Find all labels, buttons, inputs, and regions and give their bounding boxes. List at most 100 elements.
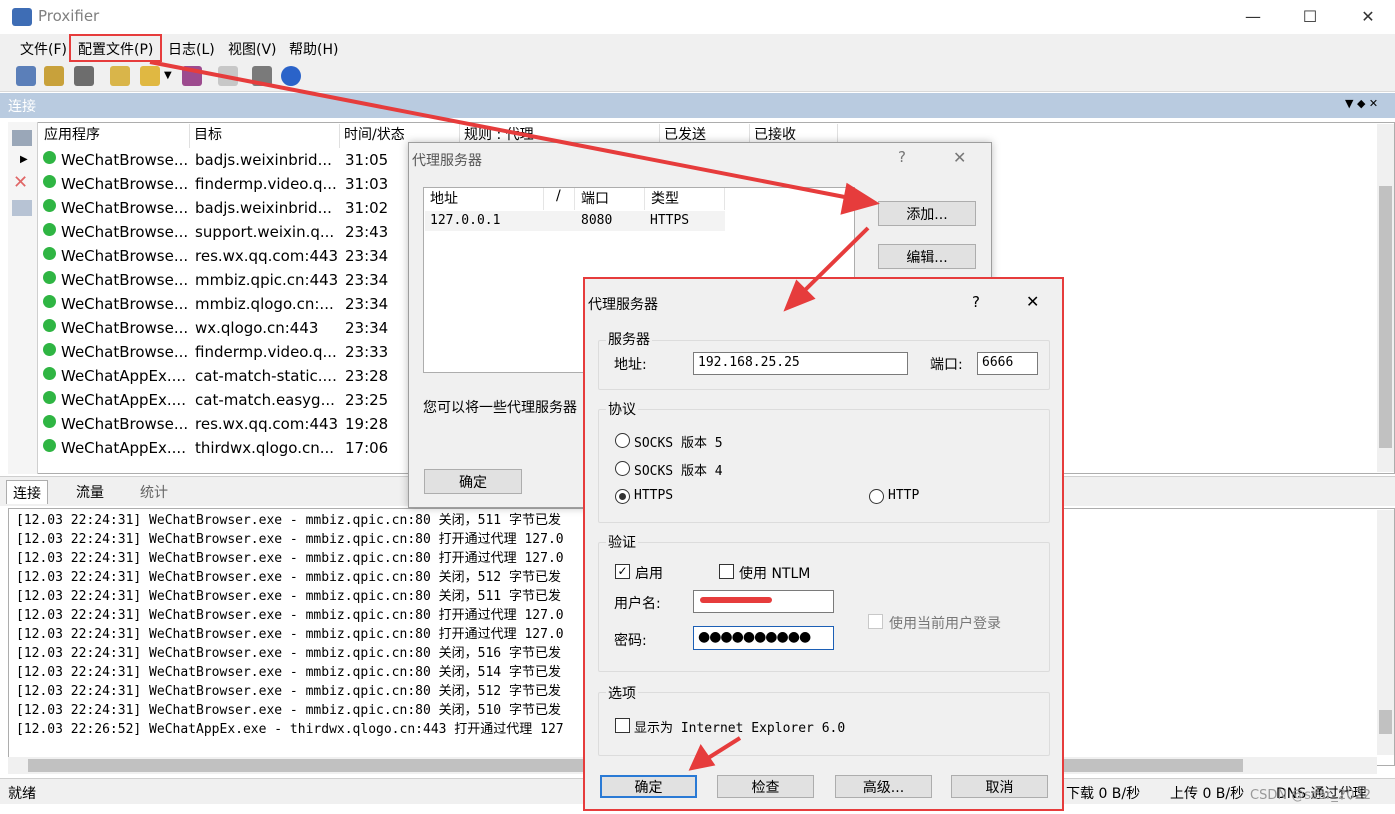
menu-view[interactable]: 视图(V) <box>228 39 277 59</box>
row-app: WeChatBrowse... <box>61 199 189 217</box>
http-radio[interactable] <box>869 489 884 504</box>
maximize-button[interactable]: ☐ <box>1287 0 1333 32</box>
app-icon <box>43 439 56 452</box>
help-icon[interactable] <box>281 66 301 86</box>
menu-file[interactable]: 文件(F) <box>20 39 67 59</box>
pane-menu-icon[interactable]: ▼ ◆ ✕ <box>1345 97 1378 110</box>
tab-connections[interactable]: 连接 <box>6 480 48 504</box>
save-profile-icon[interactable] <box>182 66 202 86</box>
ntlm-checkbox[interactable] <box>719 564 734 579</box>
status-upload: 上传 0 B/秒 <box>1170 786 1245 802</box>
socks5-radio[interactable] <box>615 433 630 448</box>
delete-icon[interactable]: ✕ <box>13 172 28 193</box>
status-download: 下载 0 B/秒 <box>1066 786 1141 802</box>
menu-log[interactable]: 日志(L) <box>168 39 215 59</box>
window-title: Proxifier <box>38 7 100 25</box>
app-icon <box>43 199 56 212</box>
column-header-app[interactable]: 应用程序 <box>40 124 190 148</box>
close-button[interactable]: ✕ <box>1345 0 1391 32</box>
scroll-thumb[interactable] <box>1379 186 1392 448</box>
dialog2-close-button[interactable]: ✕ <box>1026 292 1039 311</box>
dialog1-ok-button[interactable]: 确定 <box>424 469 522 494</box>
log-scrollbar[interactable] <box>1377 510 1394 755</box>
edit-proxy-button[interactable]: 编辑... <box>878 244 976 269</box>
rules-icon[interactable] <box>44 66 64 86</box>
log-line: [12.03 22:24:31] WeChatBrowser.exe - mmb… <box>16 551 564 566</box>
dialog2-ok-button[interactable]: 确定 <box>600 775 697 798</box>
row-time: 23:25 <box>345 391 389 409</box>
print-icon[interactable] <box>252 66 272 86</box>
connection-icon[interactable] <box>16 66 36 86</box>
password-label: 密码: <box>614 633 647 649</box>
socks5-label: SOCKS 版本 5 <box>634 436 723 451</box>
status-ready: 就绪 <box>8 786 36 802</box>
new-profile-icon[interactable] <box>110 66 130 86</box>
cancel-button[interactable]: 取消 <box>951 775 1048 798</box>
tab-statistics[interactable]: 统计 <box>134 480 174 504</box>
address-input[interactable]: 192.168.25.25 <box>693 352 908 375</box>
check-button[interactable]: 检查 <box>717 775 814 798</box>
advanced-button[interactable]: 高级... <box>835 775 932 798</box>
http-label: HTTP <box>888 488 920 503</box>
connections-scrollbar[interactable] <box>1377 124 1394 472</box>
proxy-server-edit-title: 代理服务器 <box>588 297 658 313</box>
chevron-down-icon[interactable]: ▼ <box>164 70 172 81</box>
options-group-label: 选项 <box>606 683 638 703</box>
https-radio[interactable] <box>615 489 630 504</box>
row-time: 23:34 <box>345 247 389 265</box>
row-app: WeChatBrowse... <box>61 175 189 193</box>
row-app: WeChatAppEx.... <box>61 439 186 457</box>
ie-checkbox[interactable] <box>615 718 630 733</box>
app-icon <box>43 151 56 164</box>
row-time: 31:03 <box>345 175 389 193</box>
protocol-group-label: 协议 <box>606 399 638 419</box>
socks4-radio[interactable] <box>615 461 630 476</box>
log-scroll-thumb[interactable] <box>1379 710 1392 734</box>
port-input[interactable]: 6666 <box>977 352 1038 375</box>
menu-help[interactable]: 帮助(H) <box>289 39 338 59</box>
expand-arrow-icon[interactable]: ▶ <box>20 154 28 165</box>
username-redaction <box>700 597 772 603</box>
log-line: [12.03 22:24:31] WeChatBrowser.exe - mmb… <box>16 513 561 528</box>
proxy-column-port[interactable]: 端口 <box>575 188 645 210</box>
connections-header: 连接 ▼ ◆ ✕ <box>0 93 1395 118</box>
current-user-checkbox[interactable] <box>868 614 883 629</box>
proxy-column-address[interactable]: 地址 <box>424 188 544 210</box>
minimize-button[interactable]: — <box>1230 0 1276 32</box>
app-icon <box>43 295 56 308</box>
row-time: 23:28 <box>345 367 389 385</box>
binoculars-icon[interactable] <box>74 66 94 86</box>
dialog1-close-button[interactable]: ✕ <box>953 148 966 167</box>
proxy-servers-dialog-title: 代理服务器 <box>412 153 482 169</box>
proxy-column-type[interactable]: 类型 <box>645 188 725 210</box>
row-app: WeChatBrowse... <box>61 151 189 169</box>
row-time: 31:05 <box>345 151 389 169</box>
row-target: res.wx.qq.com:443 <box>195 247 339 265</box>
row-app: WeChatBrowse... <box>61 343 189 361</box>
proxy-column-sort[interactable]: / <box>550 188 575 210</box>
password-input[interactable]: ●●●●●●●●●● <box>693 626 834 650</box>
enable-auth-checkbox[interactable]: ✓ <box>615 564 630 579</box>
ie-label: 显示为 Internet Explorer 6.0 <box>634 721 846 736</box>
tab-traffic-label: 流量 <box>76 485 104 501</box>
username-input[interactable] <box>693 590 834 613</box>
app-icon <box>43 415 56 428</box>
list-view-icon[interactable] <box>12 130 32 146</box>
address-label: 地址: <box>614 357 647 373</box>
port-label: 端口: <box>930 357 963 373</box>
column-header-target[interactable]: 目标 <box>190 124 340 148</box>
dialog2-help-button[interactable]: ? <box>972 293 980 311</box>
dialog1-help-button[interactable]: ? <box>898 148 906 166</box>
tab-traffic[interactable]: 流量 <box>70 480 110 504</box>
auth-group-label: 验证 <box>606 532 638 552</box>
row-target: wx.qlogo.cn:443 <box>195 319 319 337</box>
row-time: 23:34 <box>345 295 389 313</box>
log-line: [12.03 22:24:31] WeChatBrowser.exe - mmb… <box>16 665 561 680</box>
server-group-label: 服务器 <box>606 329 652 349</box>
open-profile-icon[interactable] <box>140 66 160 86</box>
close-connection-icon[interactable] <box>12 200 32 216</box>
add-proxy-button[interactable]: 添加... <box>878 201 976 226</box>
row-target: support.weixin.q... <box>195 223 335 241</box>
username-label: 用户名: <box>614 596 661 612</box>
clipboard-icon[interactable] <box>218 66 238 86</box>
